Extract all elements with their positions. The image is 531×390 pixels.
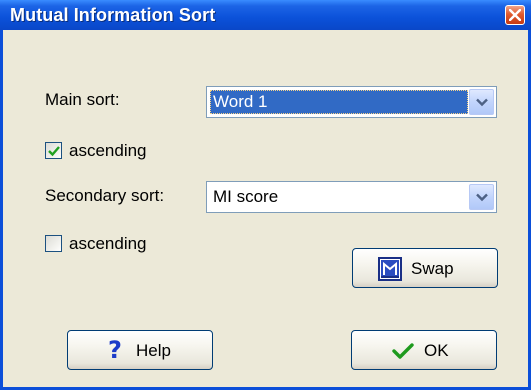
secondary-ascending-box[interactable] [45, 235, 62, 252]
help-button[interactable]: ? Help [67, 330, 213, 370]
main-sort-dropdown-button[interactable] [469, 89, 494, 115]
swap-button[interactable]: Swap [352, 248, 498, 288]
secondary-ascending-checkbox[interactable]: ascending [45, 234, 205, 254]
title-bar[interactable]: Mutual Information Sort [0, 0, 531, 30]
question-mark-icon: ? [108, 336, 122, 364]
ok-button-label: OK [424, 341, 449, 360]
checkmark-icon [48, 146, 60, 157]
close-button[interactable] [505, 5, 525, 25]
main-sort-label: Main sort: [45, 90, 120, 109]
chevron-down-icon [476, 193, 488, 202]
secondary-sort-dropdown-button[interactable] [469, 184, 494, 210]
swap-button-label: Swap [411, 259, 454, 278]
swap-icon [378, 257, 402, 281]
mutual-information-sort-dialog: Mutual Information Sort Main sort: Word … [0, 0, 531, 390]
ok-button[interactable]: OK [351, 330, 497, 370]
window-title: Mutual Information Sort [10, 5, 216, 25]
secondary-sort-label: Secondary sort: [45, 186, 165, 205]
close-icon [509, 9, 521, 21]
main-ascending-label: ascending [69, 141, 147, 160]
main-ascending-checkbox[interactable]: ascending [45, 141, 205, 161]
main-sort-value: Word 1 [210, 90, 468, 114]
main-sort-dropdown[interactable]: Word 1 [206, 86, 497, 118]
help-button-label: Help [136, 341, 171, 360]
secondary-ascending-label: ascending [69, 234, 147, 253]
secondary-sort-value: MI score [213, 187, 279, 206]
secondary-sort-dropdown[interactable]: MI score [206, 181, 497, 213]
main-ascending-box[interactable] [45, 142, 62, 159]
chevron-down-icon [476, 98, 488, 107]
checkmark-icon [392, 343, 414, 359]
